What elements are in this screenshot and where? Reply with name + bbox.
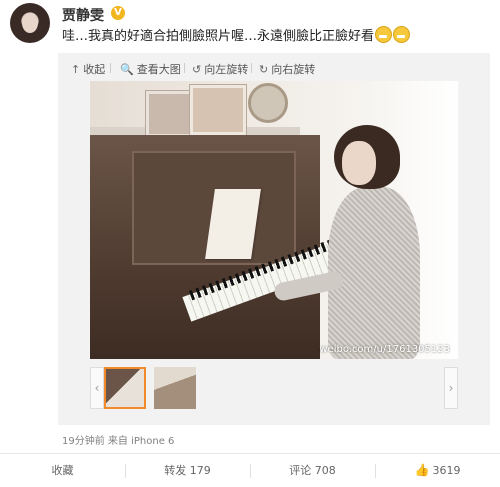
woman-face [342, 141, 376, 185]
thumbnail-1[interactable] [104, 367, 146, 409]
view-large-label: 查看大图 [136, 63, 181, 76]
thumbnail-strip: ‹ › [90, 367, 458, 413]
clock [248, 83, 288, 123]
username[interactable]: 贾静雯 [62, 5, 104, 25]
like-button[interactable]: 👍 3619 [375, 454, 500, 487]
rotate-left-button[interactable]: ↺ 向左旋转 [192, 61, 248, 77]
post-source: 来自 iPhone 6 [107, 436, 175, 447]
thumbnail-2[interactable] [154, 367, 196, 409]
toolbar-divider [251, 63, 252, 73]
next-thumbnail-arrow[interactable]: › [444, 367, 458, 409]
sheet-music [205, 189, 261, 259]
media-panel: ↑ 收起 🔍 查看大图 ↺ 向左旋转 ↻ 向右旋转 weibo.com/u/176130… [58, 53, 490, 425]
collapse-button[interactable]: ↑ 收起 [71, 61, 105, 77]
rotate-left-label: 向左旋转 [204, 63, 249, 76]
favorite-button[interactable]: 收藏 [0, 454, 125, 487]
comment-button[interactable]: 评论 708 [250, 454, 375, 487]
rotate-right-label: 向右旋转 [271, 63, 316, 76]
media-toolbar: ↑ 收起 🔍 查看大图 ↺ 向左旋转 ↻ 向右旋转 [58, 53, 490, 81]
view-large-button[interactable]: 🔍 查看大图 [120, 61, 181, 77]
grinning-face-emoji-icon [393, 26, 411, 43]
action-bar: 收藏 转发 179 评论 708 👍 3619 [0, 454, 500, 487]
toolbar-divider [110, 63, 111, 73]
magnifier-icon: 🔍 [120, 63, 134, 76]
grinning-face-emoji-icon [375, 26, 393, 43]
verified-badge-icon: V [111, 6, 125, 20]
picture-frame [146, 91, 192, 137]
collapse-label: 收起 [83, 63, 106, 76]
rotate-right-icon: ↻ [259, 63, 269, 76]
post-time[interactable]: 19分钟前 [62, 436, 105, 447]
repost-button[interactable]: 转发 179 [125, 454, 250, 487]
like-count: 3619 [432, 464, 461, 477]
collapse-up-icon: ↑ [71, 63, 81, 76]
avatar-face [22, 13, 38, 33]
rotate-right-button[interactable]: ↻ 向右旋转 [259, 61, 315, 77]
thumbs-up-icon: 👍 [414, 463, 430, 477]
main-photo[interactable]: weibo.com/u/1761305123 [90, 81, 458, 359]
post-text: 哇…我真的好適合拍側臉照片喔…永遠側臉比正臉好看 [62, 25, 411, 44]
watermark: weibo.com/u/1761305123 [319, 344, 450, 355]
post-meta: 19分钟前 来自 iPhone 6 [62, 432, 174, 447]
toolbar-divider [184, 63, 185, 73]
picture-frame [190, 85, 246, 135]
post-body: 哇…我真的好適合拍側臉照片喔…永遠側臉比正臉好看 [62, 29, 375, 44]
avatar[interactable] [10, 3, 50, 43]
prev-thumbnail-arrow[interactable]: ‹ [90, 367, 104, 409]
woman-sweater [328, 187, 420, 359]
rotate-left-icon: ↺ [192, 63, 202, 76]
